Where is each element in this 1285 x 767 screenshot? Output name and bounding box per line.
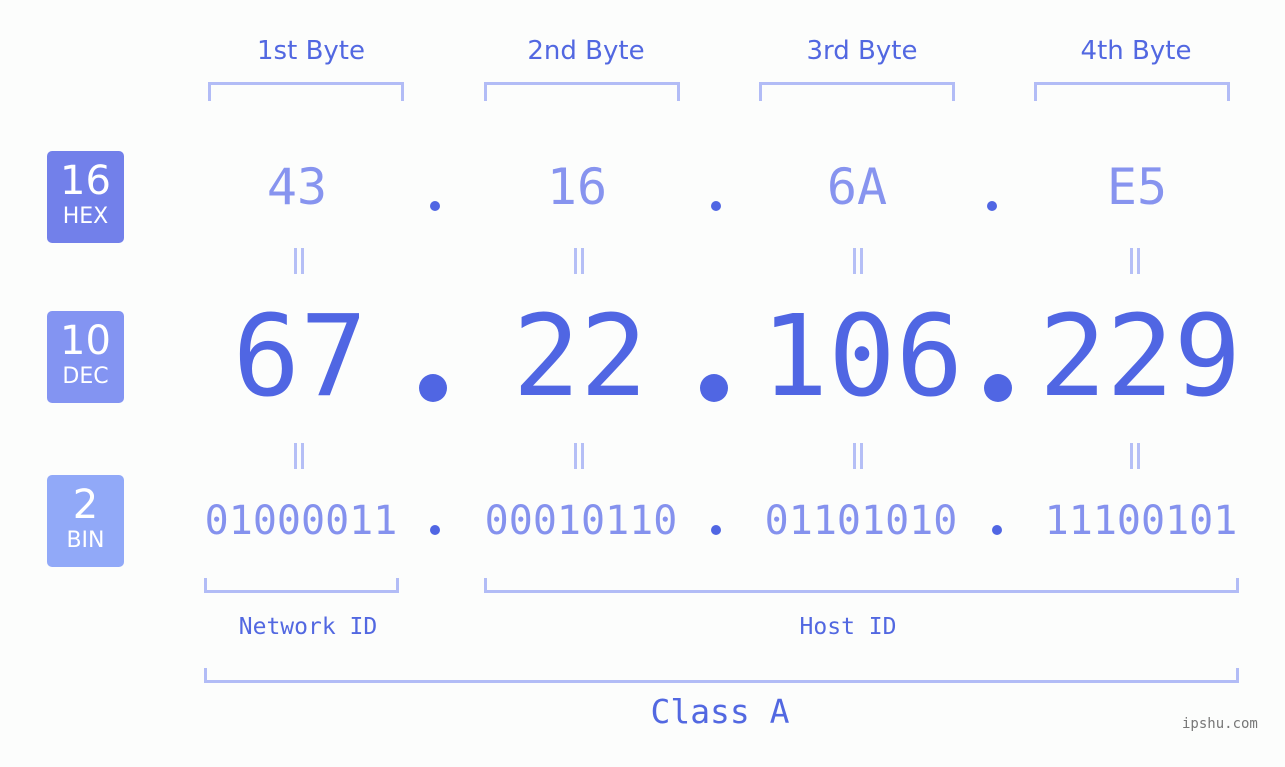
- equals-icon: [572, 248, 586, 274]
- bin-separator-dot: [711, 525, 721, 535]
- equals-icon: [851, 248, 865, 274]
- dec-separator-dot: [984, 374, 1012, 402]
- equals-icon: [1128, 248, 1142, 274]
- bin-byte-1: 01000011: [204, 498, 398, 544]
- byte-bracket-2: [484, 82, 680, 101]
- network-id-bracket: [204, 578, 399, 593]
- hex-byte-1: 43: [266, 158, 328, 216]
- hex-badge: 16 HEX: [47, 151, 124, 243]
- bin-byte-4: 11100101: [1044, 498, 1238, 544]
- byte-bracket-3: [759, 82, 955, 101]
- network-id-label: Network ID: [238, 614, 378, 640]
- dec-base-number: 10: [60, 318, 111, 364]
- hex-byte-2: 16: [546, 158, 608, 216]
- byte-header-2: 2nd Byte: [527, 36, 645, 66]
- hex-separator-dot: [987, 201, 997, 211]
- dec-separator-dot: [419, 374, 447, 402]
- equals-icon: [851, 443, 865, 469]
- dec-byte-2: 22: [512, 292, 648, 422]
- hex-base-number: 16: [60, 158, 111, 204]
- hex-separator-dot: [430, 201, 440, 211]
- dec-byte-4: 229: [1038, 292, 1242, 422]
- equals-icon: [572, 443, 586, 469]
- ip-class-label: Class A: [650, 692, 790, 731]
- bin-badge: 2 BIN: [47, 475, 124, 567]
- byte-header-4: 4th Byte: [1080, 36, 1192, 66]
- dec-separator-dot: [700, 374, 728, 402]
- dec-badge: 10 DEC: [47, 311, 124, 403]
- host-id-bracket: [484, 578, 1239, 593]
- bin-byte-2: 00010110: [484, 498, 678, 544]
- bin-base-label: BIN: [66, 528, 105, 553]
- hex-separator-dot: [711, 201, 721, 211]
- equals-icon: [1128, 443, 1142, 469]
- hex-base-label: HEX: [62, 204, 109, 229]
- bin-separator-dot: [430, 525, 440, 535]
- class-bracket: [204, 668, 1239, 683]
- dec-base-label: DEC: [62, 364, 109, 389]
- bin-base-number: 2: [72, 482, 99, 528]
- equals-icon: [292, 248, 306, 274]
- dec-byte-3: 106: [760, 292, 964, 422]
- byte-header-3: 3rd Byte: [806, 36, 918, 66]
- byte-bracket-4: [1034, 82, 1230, 101]
- hex-byte-4: E5: [1106, 158, 1168, 216]
- byte-header-1: 1st Byte: [257, 36, 365, 66]
- watermark: ipshu.com: [1182, 716, 1258, 732]
- hex-byte-3: 6A: [826, 158, 888, 216]
- bin-byte-3: 01101010: [764, 498, 958, 544]
- byte-bracket-1: [208, 82, 404, 101]
- equals-icon: [292, 443, 306, 469]
- dec-byte-1: 67: [232, 292, 368, 422]
- bin-separator-dot: [992, 525, 1002, 535]
- host-id-label: Host ID: [799, 614, 897, 640]
